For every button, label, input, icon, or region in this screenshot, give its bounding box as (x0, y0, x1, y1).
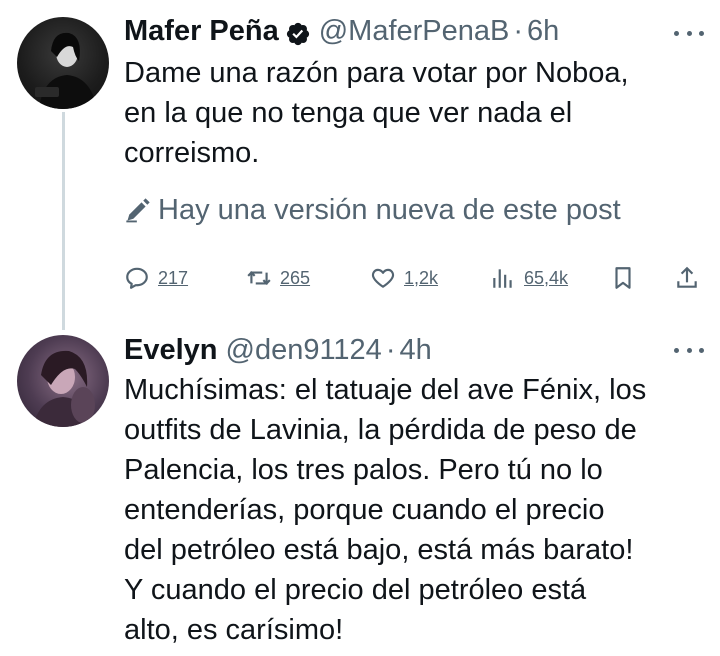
edited-post-label: Hay una versión nueva de este post (158, 193, 621, 226)
tweet-text-line: en la que no tenga que ver nada el (124, 97, 573, 129)
avatar-photo-icon (33, 350, 95, 427)
bookmark-button[interactable] (610, 258, 636, 298)
repost-icon (247, 271, 271, 285)
tweet-text-line: Y cuando el precio del petróleo está (124, 574, 587, 606)
more-options-icon[interactable] (674, 28, 704, 38)
timestamp[interactable]: 4h (400, 330, 432, 370)
tweet-text-line: entenderías, porque cuando el precio (124, 494, 605, 526)
avatar[interactable] (17, 335, 109, 427)
separator-dot: · (385, 334, 396, 366)
reply-count: 217 (158, 267, 189, 288)
share-button[interactable] (674, 258, 700, 298)
tweet-actions-bar: 217 265 1,2k 65,4k (124, 258, 704, 298)
like-button[interactable]: 1,2k (370, 258, 438, 298)
author-name[interactable]: Mafer Peña (124, 11, 279, 51)
share-icon (677, 266, 697, 288)
tweet-text-line: Muchísimas: el tatuaje del ave Fénix, lo… (124, 374, 647, 406)
tweet-text-line: del petróleo está bajo, está más barato! (124, 534, 634, 566)
edit-pencil-icon (126, 198, 150, 223)
heart-icon (371, 268, 395, 288)
tweet-text-line: outfits de Lavinia, la pérdida de peso d… (124, 414, 637, 446)
author-name[interactable]: Evelyn (124, 330, 218, 370)
tweet-text-line: correismo. (124, 137, 260, 169)
tweet-text-line: Dame una razón para votar por Noboa, (124, 57, 629, 89)
tweet-text: Muchísimas: el tatuaje del ave Fénix, lo… (124, 370, 704, 650)
edited-post-notice[interactable]: Hay una versión nueva de este post (124, 190, 621, 230)
views-button[interactable]: 65,4k (490, 258, 568, 298)
verified-badge-icon (285, 18, 311, 46)
thread-connector-line (62, 112, 65, 330)
bookmark-icon (615, 267, 631, 289)
more-options-icon[interactable] (674, 345, 704, 355)
tweet-text: Dame una razón para votar por Noboa, en … (124, 53, 704, 173)
timestamp[interactable]: 6h (527, 11, 559, 51)
tweet-text-line: alto, es carísimo! (124, 614, 344, 646)
tweet-header: Evelyn @den91124 · 4h (124, 330, 432, 370)
avatar[interactable] (17, 17, 109, 109)
views-chart-icon (493, 269, 512, 288)
author-handle[interactable]: @MaferPenaB (319, 11, 510, 51)
avatar-photo-icon (35, 32, 97, 109)
views-count: 65,4k (524, 267, 569, 288)
reply-button[interactable]: 217 (124, 258, 188, 298)
tweet-header: Mafer Peña @MaferPenaB · 6h (124, 11, 559, 51)
repost-button[interactable]: 265 (246, 258, 310, 298)
repost-count: 265 (280, 267, 311, 288)
reply-icon (126, 267, 148, 289)
author-handle[interactable]: @den91124 (226, 330, 382, 370)
like-count: 1,2k (404, 267, 439, 288)
separator-dot: · (513, 15, 524, 47)
tweet-text-line: Palencia, los tres palos. Pero tú no lo (124, 454, 603, 486)
